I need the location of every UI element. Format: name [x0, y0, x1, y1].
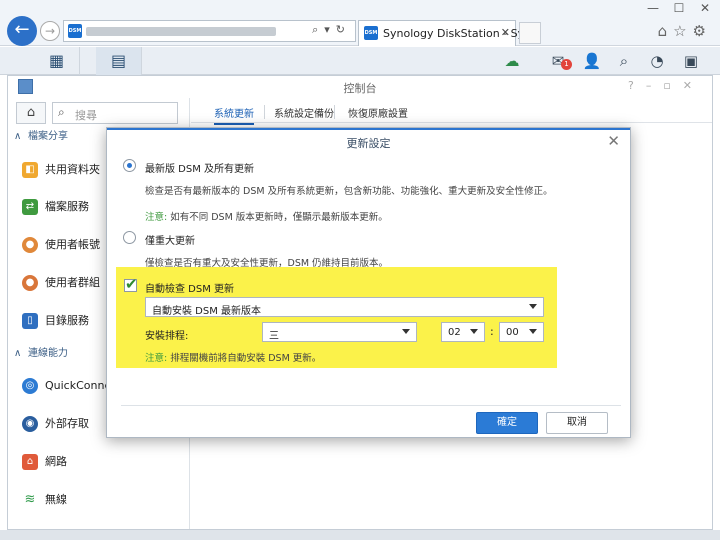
- chevron-down-icon: [470, 329, 478, 334]
- dialog-accent-bar: [107, 128, 630, 130]
- sidebar-item-group[interactable]: ● 使用者群組: [22, 272, 100, 294]
- resource-monitor-icon[interactable]: ◔: [645, 50, 669, 72]
- radio-critical-only[interactable]: [123, 231, 136, 244]
- schedule-hour-select[interactable]: 02: [441, 322, 485, 342]
- sidebar-item-external-access[interactable]: ◉ 外部存取: [22, 413, 89, 435]
- window-controls-icon[interactable]: ?–▫✕: [628, 79, 704, 92]
- directory-service-icon: ▯: [22, 313, 38, 329]
- chevron-up-icon: ∧: [14, 348, 22, 359]
- chevron-down-icon: [402, 329, 410, 334]
- sidebar-item-directory[interactable]: ▯ 目錄服務: [22, 310, 89, 332]
- notifications-icon[interactable]: ✉ 1: [546, 50, 572, 72]
- tabs-divider: [191, 122, 712, 123]
- checkmark-icon: ✔: [125, 275, 138, 293]
- browser-toolbar: — ☐ ✕ ← → DSM ⌕▾↻ DSM Synology DiskStati…: [0, 0, 720, 46]
- globe-icon: ◉: [22, 416, 38, 432]
- schedule-day-select[interactable]: 三: [262, 322, 417, 342]
- window-titlebar: 控制台 ?–▫✕: [8, 76, 712, 98]
- schedule-note: 注意: 排程關機前將自動安裝 DSM 更新。: [145, 353, 322, 364]
- dsm-taskbar: ▦ ▤ ☁ ✉ 1 👤 ⌕ ◔ ▣: [0, 47, 720, 75]
- address-bar[interactable]: DSM ⌕▾↻: [63, 20, 356, 42]
- dialog-footer-divider: [121, 405, 621, 406]
- search-icon[interactable]: ⌕: [612, 50, 636, 72]
- cloud-status-icon[interactable]: ☁: [500, 50, 524, 72]
- shared-folder-icon: ◧: [22, 162, 38, 178]
- window-title: 控制台: [343, 82, 377, 95]
- section-file-sharing[interactable]: ∧ 檔案分享: [14, 128, 68, 146]
- tab-close-icon[interactable]: ✕: [501, 26, 510, 39]
- new-tab-button[interactable]: [519, 22, 541, 44]
- forward-arrow-icon[interactable]: →: [40, 21, 60, 41]
- widgets-icon[interactable]: ▣: [679, 50, 703, 72]
- section-connectivity[interactable]: ∧ 連線能力: [14, 345, 68, 363]
- schedule-label: 安裝排程:: [145, 331, 189, 342]
- user-icon[interactable]: 👤: [580, 50, 604, 72]
- chevron-up-icon: ∧: [14, 131, 22, 142]
- search-icon: ⌕: [58, 105, 65, 119]
- ok-button[interactable]: 確定: [476, 412, 538, 434]
- schedule-minute-select[interactable]: 00: [499, 322, 544, 342]
- maximize-icon[interactable]: ☐: [666, 0, 692, 18]
- home-icon[interactable]: ⌂: [16, 102, 46, 124]
- cancel-button[interactable]: 取消: [546, 412, 608, 434]
- back-arrow-icon[interactable]: ←: [7, 16, 37, 46]
- tab-title: Synology DiskStation - Sy...: [383, 27, 534, 40]
- sidebar-item-user[interactable]: ● 使用者帳號: [22, 234, 100, 256]
- sidebar-item-wireless[interactable]: ≋ 無線: [22, 489, 67, 511]
- dsm-favicon-icon: DSM: [364, 26, 378, 40]
- close-window-icon[interactable]: ✕: [692, 0, 718, 18]
- network-house-icon: ⌂: [22, 454, 38, 470]
- sidebar-item-file-services[interactable]: ⇄ 檔案服務: [22, 196, 89, 218]
- browser-tab[interactable]: DSM Synology DiskStation - Sy... ✕: [358, 20, 533, 46]
- option-latest-desc: 檢查是否有最新版本的 DSM 及所有系統更新，包含新功能、功能強化、重大更新及安…: [145, 186, 553, 197]
- dialog-title: 更新設定: [346, 137, 391, 150]
- browser-actions-icon[interactable]: ⌂☆⚙: [658, 22, 712, 40]
- option-critical-desc: 僅檢查是否有重大及安全性更新，DSM 仍維持目前版本。: [145, 258, 389, 269]
- radio-latest-dsm[interactable]: [123, 159, 136, 172]
- search-placeholder: 搜尋: [75, 109, 97, 122]
- chevron-down-icon: [529, 329, 537, 334]
- search-input[interactable]: ⌕ 搜尋: [52, 102, 178, 124]
- auto-check-label: 自動檢查 DSM 更新: [145, 284, 235, 295]
- user-group-icon: ●: [22, 275, 38, 291]
- option-latest-note: 注意: 如有不同 DSM 版本更新時，僅顯示最新版本更新。: [145, 212, 388, 223]
- minimize-icon[interactable]: —: [640, 0, 666, 18]
- blurred-url: [86, 27, 276, 36]
- file-services-icon: ⇄: [22, 199, 38, 215]
- tab-separator: [334, 105, 335, 119]
- tab-separator: [264, 105, 265, 119]
- wifi-icon: ≋: [22, 492, 38, 508]
- main-menu-grid-icon[interactable]: ▦: [34, 47, 80, 75]
- sidebar-item-network[interactable]: ⌂ 網路: [22, 451, 67, 473]
- auto-check-checkbox[interactable]: ✔: [124, 275, 138, 293]
- sidebar-item-shared-folder[interactable]: ◧ 共用資料夾: [22, 159, 100, 181]
- quickconnect-icon: ◎: [22, 378, 38, 394]
- dsm-favicon-icon: DSM: [68, 24, 82, 38]
- user-account-icon: ●: [22, 237, 38, 253]
- tab-factory-reset[interactable]: 恢復原廠設置: [348, 105, 408, 120]
- control-panel-taskbar-icon[interactable]: ▤: [96, 47, 142, 75]
- auto-action-select[interactable]: 自動安裝 DSM 最新版本: [145, 297, 544, 317]
- bottom-border: [0, 530, 720, 540]
- option-critical-label: 僅重大更新: [145, 236, 195, 247]
- tab-config-backup[interactable]: 系統設定備份: [274, 105, 334, 120]
- notification-badge: 1: [561, 59, 572, 70]
- chevron-down-icon: [529, 304, 537, 309]
- close-icon[interactable]: ✕: [607, 132, 620, 150]
- time-colon: :: [490, 325, 494, 338]
- option-latest-label: 最新版 DSM 及所有更新: [145, 164, 255, 175]
- address-actions-icon[interactable]: ⌕▾↻: [312, 23, 351, 37]
